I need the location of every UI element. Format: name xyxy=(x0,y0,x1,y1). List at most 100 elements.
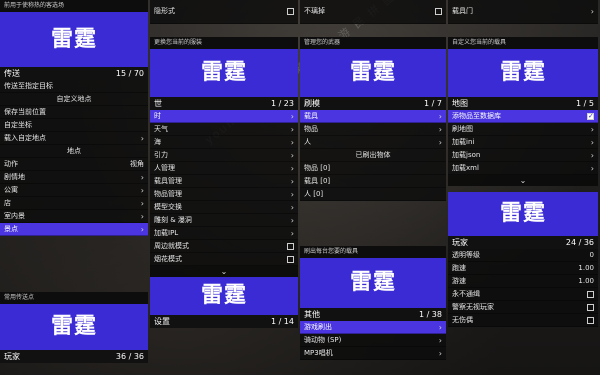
menu-item-selected[interactable]: 景点 › xyxy=(0,223,148,236)
menu-item-label: 物品 xyxy=(304,124,318,133)
menu-title-bar: 传送 15 / 70 xyxy=(0,67,148,80)
menu-item[interactable]: 物品 [0] xyxy=(300,162,446,175)
menu-item[interactable]: 刷地图 › xyxy=(448,123,598,136)
menu-item[interactable]: 无伤偶 xyxy=(448,314,598,327)
chevron-right-icon: › xyxy=(140,172,144,182)
menu-banner: 雷霆 xyxy=(0,304,148,350)
menu-item[interactable]: 自定坐标 xyxy=(0,119,148,132)
menu-item-label: 刷地图 xyxy=(452,124,473,133)
menu-item[interactable]: 海 › xyxy=(150,136,298,149)
menu-item[interactable]: 室内景 › xyxy=(0,210,148,223)
menu-item-value: 1.00 xyxy=(578,276,594,285)
menu-help-text: 前用于使称热的客选场 xyxy=(0,0,148,12)
chevron-right-icon: › xyxy=(290,202,294,212)
menu-item[interactable]: 动作 视角 xyxy=(0,158,148,171)
menu-item[interactable]: 跑速 1.00 xyxy=(448,262,598,275)
checkbox-checked[interactable] xyxy=(587,110,594,122)
menu-item-selected[interactable]: 时 › xyxy=(150,110,298,123)
menu-item-label: 加载json xyxy=(452,150,481,159)
menu-item[interactable]: 周边就模式 xyxy=(150,240,298,253)
menu-item[interactable]: 天气 › xyxy=(150,123,298,136)
menu-item-selected[interactable]: 添物品至数据库 xyxy=(448,110,598,123)
chevron-down-icon[interactable]: ⌄ xyxy=(448,175,598,186)
menu-item-selected[interactable]: 载具 › xyxy=(300,110,446,123)
menu-item-value: 0 xyxy=(589,250,594,259)
menu-item[interactable]: 载具管理 › xyxy=(150,175,298,188)
menu-item[interactable]: 自定义地点 xyxy=(0,93,148,106)
checkbox[interactable] xyxy=(587,290,594,298)
menu-item[interactable]: 加载ini › xyxy=(448,136,598,149)
menu-section-label: 已刷出物体 xyxy=(300,149,446,162)
menu-item[interactable]: 永不通缉 xyxy=(448,288,598,301)
menu-title: 玩家 xyxy=(452,238,468,247)
menu-item[interactable]: 物品管理 › xyxy=(150,188,298,201)
chevron-right-icon: › xyxy=(290,124,294,134)
menu-help-text: 刷出每台您要的载具 xyxy=(300,246,446,258)
checkbox[interactable] xyxy=(287,255,294,263)
menu-item[interactable]: 透明等级 0 xyxy=(448,249,598,262)
checkbox[interactable] xyxy=(587,316,594,324)
menu-help-text: 管理您的武器 xyxy=(300,37,446,49)
menu-item-label: 模型交换 xyxy=(154,202,182,211)
menu-item-label: 已刷出物体 xyxy=(355,150,391,159)
menu-item-value: 视角 xyxy=(130,159,144,168)
menu-item-label: 景点 xyxy=(4,224,18,233)
chevron-right-icon: › xyxy=(438,137,442,147)
chevron-right-icon: › xyxy=(290,137,294,147)
menu-item[interactable]: 人管理 › xyxy=(150,162,298,175)
menu-item-label: 传送至指定目标 xyxy=(4,81,53,90)
checkbox[interactable] xyxy=(435,8,442,15)
menu-item[interactable]: 剧情地 › xyxy=(0,171,148,184)
menu-item[interactable]: 公寓 › xyxy=(0,184,148,197)
menu-item-label: 店 xyxy=(4,198,11,207)
chevron-right-icon: › xyxy=(140,211,144,221)
menu-help-text: 自定义您当前的载具 xyxy=(448,37,598,49)
menu-item[interactable]: 不璃掉 xyxy=(300,0,446,24)
menu-item[interactable]: 警察无视玩家 xyxy=(448,301,598,314)
menu-title: 玩家 xyxy=(4,352,20,361)
menu-item[interactable]: 人 › xyxy=(300,136,446,149)
menu-item[interactable]: 烟花模式 xyxy=(150,253,298,266)
menu-item[interactable]: 店 › xyxy=(0,197,148,210)
menu-title-bar: 设置 1 / 14 xyxy=(150,315,298,328)
chevron-down-icon[interactable]: ⌄ xyxy=(150,266,298,277)
menu-item[interactable]: 地点 xyxy=(0,145,148,158)
menu-item[interactable]: 加载json › xyxy=(448,149,598,162)
menu-item[interactable]: 载具门 › xyxy=(448,0,598,24)
menu-item-label: 物品 [0] xyxy=(304,163,331,172)
menu-item[interactable]: 加载xml › xyxy=(448,162,598,175)
menu-item[interactable]: 游速 1.00 xyxy=(448,275,598,288)
chevron-right-icon: › xyxy=(438,111,442,121)
menu-item-label: 自定义地点 xyxy=(56,94,92,103)
menu-item[interactable]: 雕刻 & 瀑洞 › xyxy=(150,214,298,227)
menu-title-bar: 世 1 / 23 xyxy=(150,97,298,110)
chevron-right-icon: › xyxy=(438,348,442,358)
chevron-right-icon: › xyxy=(290,228,294,238)
checkbox[interactable] xyxy=(287,242,294,250)
chevron-right-icon: › xyxy=(140,133,144,143)
checkbox[interactable] xyxy=(287,8,294,15)
menu-item[interactable]: 隐形式 xyxy=(150,0,298,24)
menu-item-label: 游速 xyxy=(452,276,466,285)
menu-item[interactable]: 物品 › xyxy=(300,123,446,136)
chevron-right-icon: › xyxy=(290,189,294,199)
menu-title-bar: 玩家 24 / 36 xyxy=(448,236,598,249)
menu-item-label: 载具门 xyxy=(452,7,473,15)
menu-item[interactable]: 载入自定地点 › xyxy=(0,132,148,145)
menu-item[interactable]: 人 [0] xyxy=(300,188,446,201)
checkbox[interactable] xyxy=(587,303,594,311)
menu-item[interactable]: 保存当前位置 xyxy=(0,106,148,119)
menu-title-bar: 其他 1 / 38 xyxy=(300,308,446,321)
chevron-right-icon: › xyxy=(590,124,594,134)
menu-item[interactable]: 传送至指定目标 xyxy=(0,80,148,93)
menu-item[interactable]: 模型交换 › xyxy=(150,201,298,214)
menu-item-label: 警察无视玩家 xyxy=(452,302,494,311)
menu-item-selected[interactable]: 游戏刷出 › xyxy=(300,321,446,334)
menu-item[interactable]: 骑动物 (SP) › xyxy=(300,334,446,347)
menu-item[interactable]: 载具 [0] xyxy=(300,175,446,188)
menu-item[interactable]: MP3唱机 › xyxy=(300,347,446,360)
menu-spawn: 不璃掉 管理您的武器 雷霆 刷模 1 / 7 载具 › 物品 › 人 › 已刷出物体 … xyxy=(300,0,446,201)
menu-item[interactable]: 加载IPL › xyxy=(150,227,298,240)
menu-item[interactable]: 引力 › xyxy=(150,149,298,162)
menu-count: 1 / 23 xyxy=(270,99,294,108)
